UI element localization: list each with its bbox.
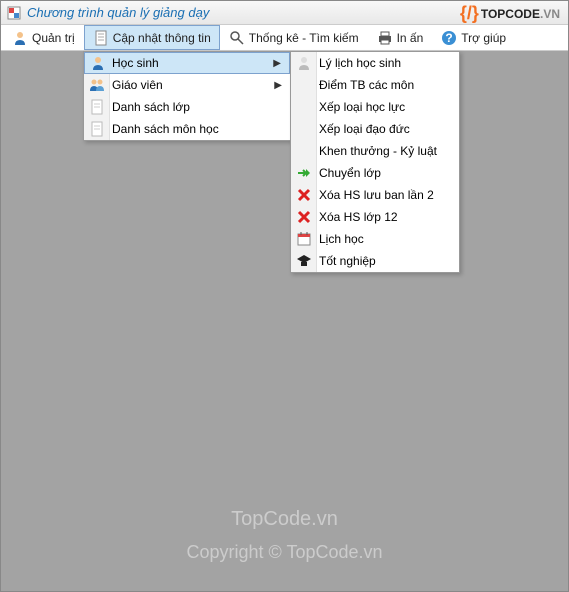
watermark-text-1: TopCode.vn bbox=[1, 508, 568, 531]
dropdown-item-label: Xóa HS lưu ban lần 2 bbox=[319, 188, 434, 202]
item-xep-loai-hoc-luc[interactable]: Xếp loại học lực bbox=[291, 96, 459, 118]
menu-label: In ấn bbox=[397, 31, 424, 45]
logo-bracket-icon: {/} bbox=[460, 3, 479, 24]
printer-icon bbox=[377, 30, 393, 46]
users-icon bbox=[89, 77, 105, 93]
calendar-icon bbox=[296, 231, 312, 247]
menubar: Quản trị Cập nhật thông tin Thống kê - T… bbox=[1, 25, 568, 51]
menu-label: Cập nhật thông tin bbox=[113, 31, 211, 45]
document-icon bbox=[93, 30, 109, 46]
x-red-icon bbox=[296, 187, 312, 203]
dropdown-hoc-sinh: Lý lịch học sinh Điểm TB các môn Xếp loạ… bbox=[290, 51, 460, 273]
page-icon bbox=[89, 121, 105, 137]
item-khen-thuong[interactable]: Khen thưởng - Kỷ luật bbox=[291, 140, 459, 162]
menu-tro-giup[interactable]: ? Trợ giúp bbox=[432, 25, 515, 50]
item-chuyen-lop[interactable]: Chuyển lớp bbox=[291, 162, 459, 184]
app-window: Chương trình quản lý giảng dạy {/} TOPCO… bbox=[0, 0, 569, 592]
user-gray-icon bbox=[296, 55, 312, 71]
submenu-danh-sach-lop[interactable]: Danh sách lớp bbox=[84, 96, 290, 118]
search-icon bbox=[229, 30, 245, 46]
dropdown-item-label: Giáo viên bbox=[112, 78, 163, 92]
dropdown-cap-nhat: Học sinh ▶ Giáo viên ▶ Danh sách lớp Dan… bbox=[83, 51, 291, 141]
menu-label: Trợ giúp bbox=[461, 31, 506, 45]
item-tot-nghiep[interactable]: Tốt nghiệp bbox=[291, 250, 459, 272]
chevron-right-icon: ▶ bbox=[273, 58, 281, 69]
window-icon bbox=[7, 6, 21, 20]
page-icon bbox=[89, 99, 105, 115]
menu-in-an[interactable]: In ấn bbox=[368, 25, 433, 50]
item-xep-loai-dao-duc[interactable]: Xếp loại đạo đức bbox=[291, 118, 459, 140]
submenu-danh-sach-mon-hoc[interactable]: Danh sách môn học bbox=[84, 118, 290, 140]
menu-quan-tri[interactable]: Quản trị bbox=[3, 25, 84, 50]
user-icon bbox=[12, 30, 28, 46]
user-blue-icon bbox=[90, 55, 106, 71]
logo-text-1: TOPCODE bbox=[481, 7, 540, 21]
arrow-right-icon bbox=[296, 165, 312, 181]
item-xoa-luu-ban[interactable]: Xóa HS lưu ban lần 2 bbox=[291, 184, 459, 206]
item-lich-hoc[interactable]: Lịch học bbox=[291, 228, 459, 250]
item-xoa-lop-12[interactable]: Xóa HS lớp 12 bbox=[291, 206, 459, 228]
item-ly-lich[interactable]: Lý lịch học sinh bbox=[291, 52, 459, 74]
titlebar: Chương trình quản lý giảng dạy {/} TOPCO… bbox=[1, 1, 568, 25]
dropdown-item-label: Danh sách lớp bbox=[112, 100, 190, 114]
dropdown-item-label: Khen thưởng - Kỷ luật bbox=[319, 144, 437, 158]
menu-label: Thống kê - Tìm kiếm bbox=[249, 31, 359, 45]
watermark-text-2: Copyright © TopCode.vn bbox=[1, 542, 568, 563]
dropdown-item-label: Điểm TB các môn bbox=[319, 78, 414, 92]
logo: {/} TOPCODE.VN bbox=[460, 3, 560, 24]
dropdown-item-label: Lịch học bbox=[319, 232, 364, 246]
logo-text-2: .VN bbox=[540, 7, 560, 21]
chevron-right-icon: ▶ bbox=[274, 80, 282, 91]
dropdown-item-label: Lý lịch học sinh bbox=[319, 56, 401, 70]
dropdown-item-label: Danh sách môn học bbox=[112, 122, 219, 136]
dropdown-item-label: Học sinh bbox=[112, 56, 159, 70]
svg-text:?: ? bbox=[446, 31, 453, 45]
item-diem-tb[interactable]: Điểm TB các môn bbox=[291, 74, 459, 96]
submenu-giao-vien[interactable]: Giáo viên ▶ bbox=[84, 74, 290, 96]
submenu-hoc-sinh[interactable]: Học sinh ▶ bbox=[84, 52, 290, 74]
menu-thong-ke[interactable]: Thống kê - Tìm kiếm bbox=[220, 25, 368, 50]
help-icon: ? bbox=[441, 30, 457, 46]
menu-cap-nhat[interactable]: Cập nhật thông tin bbox=[84, 25, 220, 50]
dropdown-item-label: Chuyển lớp bbox=[319, 166, 381, 180]
graduation-icon bbox=[296, 253, 312, 269]
dropdown-item-label: Tốt nghiệp bbox=[319, 254, 376, 268]
dropdown-item-label: Xếp loại học lực bbox=[319, 100, 405, 114]
x-red-icon bbox=[296, 209, 312, 225]
menu-label: Quản trị bbox=[32, 31, 75, 45]
dropdown-item-label: Xóa HS lớp 12 bbox=[319, 210, 398, 224]
dropdown-item-label: Xếp loại đạo đức bbox=[319, 122, 410, 136]
